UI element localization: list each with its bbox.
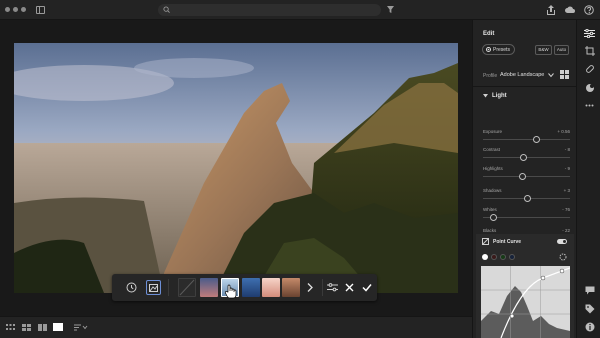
- point-curve-header[interactable]: Point Curve: [482, 238, 521, 245]
- curve-channel-dot[interactable]: [491, 254, 497, 260]
- before-after-icon[interactable]: [146, 280, 161, 295]
- slider-label: Blacks: [483, 228, 497, 233]
- detail-view-icon[interactable]: [53, 323, 63, 331]
- next-presets-icon[interactable]: [302, 280, 317, 295]
- slider-handle[interactable]: [524, 195, 532, 202]
- adjust-sliders-icon[interactable]: [325, 280, 340, 295]
- hand-cursor-icon: [225, 284, 237, 299]
- tool-rail: [576, 20, 600, 338]
- slider-label: Exposure: [483, 129, 503, 134]
- profile-label: Profile: [483, 73, 498, 79]
- auto-button[interactable]: Auto: [554, 45, 569, 55]
- target-adjust-icon[interactable]: [559, 253, 567, 261]
- more-icon[interactable]: [584, 100, 595, 111]
- bw-button[interactable]: B&W: [535, 45, 552, 55]
- help-icon[interactable]: [584, 4, 594, 16]
- preset-thumbnail[interactable]: [282, 278, 300, 297]
- photo-canvas: [0, 20, 472, 316]
- slider-track[interactable]: [483, 176, 570, 177]
- panel-title: Edit: [483, 31, 495, 37]
- grid-small-view-icon[interactable]: [6, 324, 15, 331]
- cloud-icon[interactable]: [565, 4, 575, 16]
- preset-thumbnail[interactable]: [242, 278, 260, 297]
- presets-icon: [486, 47, 491, 52]
- comment-icon[interactable]: [584, 285, 595, 296]
- curve-graph[interactable]: [481, 266, 571, 338]
- top-toolbar: [0, 0, 600, 20]
- curve-icon: [482, 238, 489, 245]
- search-input[interactable]: [158, 4, 381, 16]
- maximize-window-icon[interactable]: [21, 7, 26, 12]
- slider-label: Whites: [483, 207, 497, 212]
- slider-label: Shadows: [483, 188, 502, 193]
- filter-icon[interactable]: [387, 6, 394, 13]
- slider-value[interactable]: + 3: [564, 188, 570, 193]
- profile-browser-icon[interactable]: [560, 70, 569, 79]
- history-icon[interactable]: [124, 280, 139, 295]
- slider-handle[interactable]: [532, 136, 540, 143]
- sidebar-toggle-icon[interactable]: [36, 6, 45, 14]
- bottom-toolbar: [0, 316, 472, 338]
- edit-panel: Edit Presets B&W Auto Profile Adobe Land…: [472, 20, 577, 338]
- slider-value[interactable]: - 8: [565, 147, 570, 152]
- section-title: Light: [492, 93, 507, 99]
- grid-large-view-icon[interactable]: [22, 324, 31, 331]
- light-section-header[interactable]: Light: [483, 93, 507, 99]
- search-icon: [163, 6, 170, 13]
- cancel-icon[interactable]: [342, 280, 357, 295]
- slider-label: Contrast: [483, 147, 501, 152]
- profile-dropdown[interactable]: Adobe Landscape: [500, 72, 544, 78]
- point-curve-panel: Point Curve: [476, 234, 574, 338]
- chevron-down-icon[interactable]: [548, 72, 554, 78]
- healing-brush-icon[interactable]: [584, 63, 595, 74]
- preset-filmstrip: [112, 274, 377, 301]
- curve-title: Point Curve: [493, 238, 522, 245]
- edit-sliders-icon[interactable]: [584, 28, 595, 39]
- curve-enable-toggle[interactable]: [557, 239, 567, 244]
- presets-label: Presets: [493, 46, 510, 53]
- curve-channel-dot[interactable]: [482, 254, 488, 260]
- slider-handle[interactable]: [519, 173, 527, 180]
- slider-value[interactable]: - 9: [565, 166, 570, 171]
- slider-track[interactable]: [483, 139, 570, 140]
- presets-button[interactable]: Presets: [482, 44, 515, 55]
- tag-icon[interactable]: [584, 303, 595, 314]
- slider-value[interactable]: - 22: [562, 228, 570, 233]
- chevron-down-icon: [483, 94, 488, 98]
- preset-thumbnail[interactable]: [200, 278, 218, 297]
- slider-value[interactable]: + 0.56: [557, 129, 570, 134]
- slider-handle[interactable]: [519, 154, 527, 161]
- slider-label: Highlights: [483, 166, 503, 171]
- masking-icon[interactable]: [584, 82, 595, 93]
- confirm-icon[interactable]: [359, 280, 374, 295]
- curve-channel-dot[interactable]: [500, 254, 506, 260]
- sort-icon[interactable]: [74, 324, 88, 331]
- landscape-photo[interactable]: [14, 43, 458, 293]
- compare-view-icon[interactable]: [38, 324, 47, 331]
- share-icon[interactable]: [546, 4, 556, 16]
- crop-icon[interactable]: [584, 45, 595, 56]
- info-icon[interactable]: [584, 321, 595, 332]
- curve-channel-dot[interactable]: [509, 254, 515, 260]
- slider-handle[interactable]: [489, 214, 497, 221]
- close-window-icon[interactable]: [5, 7, 10, 12]
- slider-value[interactable]: - 76: [562, 207, 570, 212]
- window-controls[interactable]: [5, 7, 26, 12]
- preset-thumbnail[interactable]: [262, 278, 280, 297]
- preset-thumbnail[interactable]: [178, 278, 196, 297]
- minimize-window-icon[interactable]: [13, 7, 18, 12]
